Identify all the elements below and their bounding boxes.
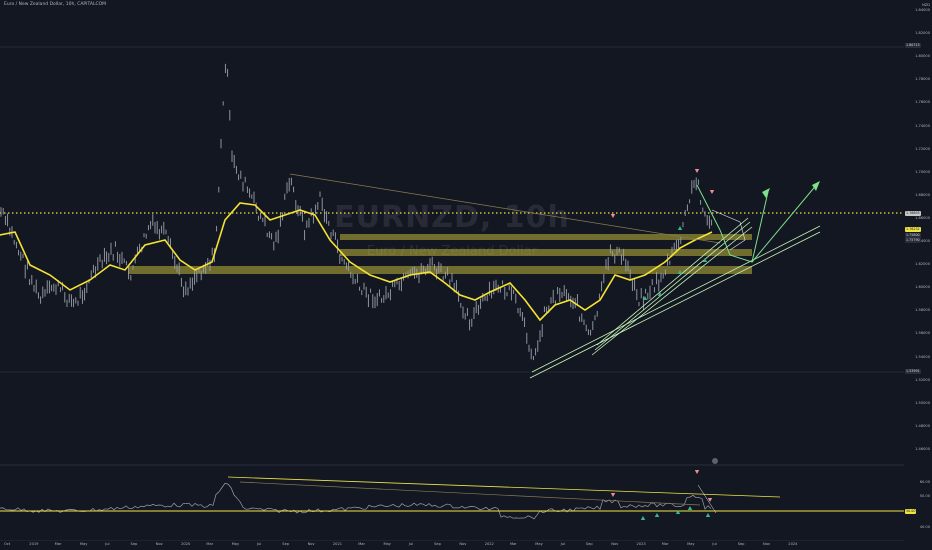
price-chart[interactable]: [0, 0, 904, 541]
price-tick: 1.50000: [915, 400, 930, 405]
osc-tick-50: 50.00: [919, 494, 930, 498]
time-tick: Mar: [510, 542, 517, 546]
price-tick: 1.54000: [915, 354, 930, 359]
time-tick: 2020: [181, 542, 191, 546]
currency-label: NZD: [922, 3, 930, 7]
projection-path-b: [751, 182, 819, 263]
settings-dot-icon: [712, 458, 718, 464]
time-tick: 2022: [484, 542, 494, 546]
price-tick: 1.66000: [915, 215, 930, 220]
price-tick: 1.72000: [915, 146, 930, 151]
price-tick: 1.82000: [915, 31, 930, 36]
arrow-down-icon: [709, 190, 715, 194]
arrow-down-icon: [610, 493, 616, 497]
candles: [0, 63, 713, 361]
price-tick: 1.46000: [915, 446, 930, 451]
arrow-up-icon: [640, 516, 646, 520]
price-tick: 1.84000: [915, 8, 930, 12]
time-tick: Sep: [737, 542, 745, 546]
arrow-down-icon: [610, 214, 616, 218]
time-tick: Nov: [459, 542, 467, 546]
time-tick: Mar: [661, 542, 669, 546]
osc-tick-40: 40.00: [919, 525, 930, 529]
supply-demand-zone: [340, 234, 752, 240]
price-tick: 1.62000: [915, 262, 930, 267]
time-tick: Oct: [4, 542, 11, 546]
time-tick: 2024: [788, 542, 798, 546]
time-tick: Nov: [307, 542, 315, 546]
price-tick: 1.80000: [915, 54, 930, 59]
price-tick: 1.52000: [915, 377, 930, 382]
time-tick: May: [535, 542, 543, 546]
time-tick: 2021: [332, 542, 343, 546]
arrow-up-icon: [705, 513, 711, 517]
oscillator-trendline-a: [227, 476, 781, 498]
time-tick: Sep: [585, 542, 593, 546]
support-trendline: [594, 221, 751, 351]
price-tick: 1.76000: [915, 100, 930, 105]
time-tick: Sep: [434, 542, 441, 546]
oscillator-trendline-c: [697, 484, 717, 514]
ma-value-tag: 1.76232: [905, 227, 921, 232]
support-trendline: [591, 226, 753, 356]
price-tick: 1.58000: [915, 308, 930, 313]
price-tick: 1.48000: [915, 423, 930, 428]
oscillator-line: [0, 482, 712, 520]
time-tick: Nov: [155, 542, 163, 546]
zone-tag-b: 1.75790: [905, 238, 921, 243]
osc-current-tag: 50.00: [905, 509, 917, 514]
arrow-up-icon: [687, 506, 693, 510]
osc-tick-60: 60.00: [919, 480, 930, 484]
time-tick: Sep: [282, 542, 290, 546]
arrow-down-icon: [694, 470, 700, 474]
price-tick: 1.74000: [915, 123, 930, 128]
low-tag: 1.53991: [905, 369, 921, 374]
resistance-trendline: [289, 173, 721, 244]
arrow-up-icon: [657, 292, 663, 296]
last-price-tag: 1.76893: [905, 211, 921, 216]
arrow-down-icon: [694, 169, 700, 173]
time-tick: May: [231, 542, 240, 546]
time-tick: Mar: [358, 542, 365, 546]
time-tick: Sep: [130, 542, 138, 546]
time-tick: 2023: [636, 542, 646, 546]
time-tick: Nov: [611, 542, 619, 546]
time-tick: Mar: [206, 542, 214, 546]
time-tick: Jul: [408, 542, 414, 546]
time-tick: Jul: [560, 542, 565, 546]
time-tick: Nov: [763, 542, 771, 546]
time-tick: Jul: [257, 542, 262, 546]
price-tick: 1.56000: [915, 331, 930, 336]
price-tick: 1.60000: [915, 285, 930, 290]
price-tick: 1.68000: [915, 192, 930, 197]
arrow-up-icon: [677, 226, 683, 230]
supply-demand-zone: [340, 249, 752, 256]
time-tick: 2019: [29, 542, 39, 546]
price-tick: 1.70000: [915, 169, 930, 174]
arrow-up-icon: [654, 513, 660, 517]
high-tag: 1.80713: [905, 43, 921, 48]
time-tick: Mar: [54, 542, 62, 546]
time-tick: Jul: [712, 542, 717, 546]
time-axis[interactable]: Oct 2019 Mar May Jul Sep Nov 2020 Mar May Jul Sep No…: [0, 541, 904, 550]
time-tick: May: [687, 542, 695, 546]
price-tick: 1.78000: [915, 77, 930, 82]
price-axis[interactable]: NZD 1.84000 1.82000 1.80000 1.78000 1.76000 1…: [904, 0, 932, 541]
time-tick: Jul: [105, 542, 110, 546]
time-tick: May: [79, 542, 88, 546]
arrow-up-icon: [762, 188, 770, 198]
time-tick: May: [383, 542, 391, 546]
